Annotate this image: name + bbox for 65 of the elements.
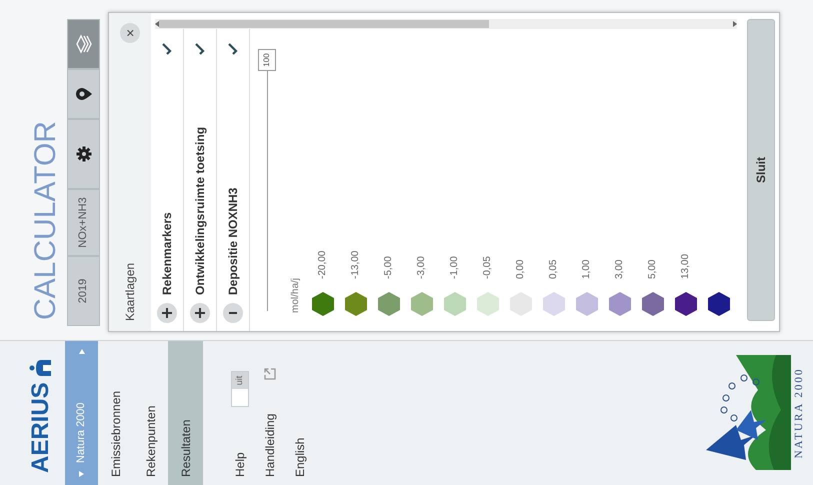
scrollbar[interactable]: [155, 19, 737, 29]
expand-button[interactable]: [157, 303, 177, 323]
legend-hexagon: [674, 291, 698, 317]
legend-value: 5,00: [646, 260, 659, 279]
legend-hexagon: [542, 291, 566, 317]
help-label: Help: [232, 452, 248, 477]
toolbar-tab[interactable]: 2019: [67, 256, 100, 326]
layers-icon: [74, 34, 92, 54]
plus-icon: [195, 308, 205, 318]
logo-icon: [29, 358, 53, 378]
map-pin-icon: [74, 87, 92, 101]
legend-hexagon: [706, 291, 730, 317]
legend-value: -13,00: [349, 250, 362, 279]
caret-icon: [78, 349, 84, 354]
layer-name: Rekenmarkers: [159, 212, 175, 295]
check-icon[interactable]: [162, 43, 172, 55]
menu-link[interactable]: English: [291, 438, 309, 477]
logo-text: AERIUS: [29, 382, 53, 473]
marker-tab[interactable]: [67, 69, 100, 119]
layer-name: Depositie NOXNH3: [225, 188, 241, 295]
legend-value: 0,05: [547, 260, 560, 279]
logo-caption: NATURA 2000: [792, 368, 806, 458]
legend-hexagon: [376, 291, 400, 317]
legend-value: 0,00: [514, 260, 527, 279]
caret-icon: [78, 471, 84, 477]
legend-value: 1,00: [580, 260, 593, 279]
nav-item[interactable]: Resultaten: [168, 341, 203, 485]
unit-label: mol/ha/j: [288, 278, 302, 313]
check-icon[interactable]: [228, 43, 238, 55]
check-icon[interactable]: [195, 43, 205, 55]
legend-value: 13,00: [679, 254, 692, 279]
dropdown-label: Natura 2000: [74, 402, 88, 463]
menu-link[interactable]: Handleiding: [261, 414, 279, 477]
legend-hexagon: [344, 291, 368, 317]
legend-value: -20,00: [316, 250, 329, 279]
nav-item[interactable]: Rekenpunten: [133, 341, 168, 485]
layer-name: Ontwikkelingsruimte toetsing: [192, 126, 208, 295]
expand-button[interactable]: [190, 303, 210, 323]
scroll-arrow-icon[interactable]: [733, 21, 737, 27]
legend-value: -1,00: [448, 256, 461, 279]
settings-tab[interactable]: [67, 119, 100, 189]
legend-hexagon: [410, 291, 434, 317]
toolbar-tab[interactable]: NOx+NH3: [67, 189, 100, 256]
settings-icon: [76, 146, 92, 162]
legend-hexagon: [310, 291, 334, 317]
legend-value: 3,00: [613, 260, 626, 279]
legend-hexagon: [476, 291, 500, 317]
nav-item[interactable]: Emissiebronnen: [98, 341, 133, 485]
legend-hexagon: [640, 291, 664, 317]
opacity-slider[interactable]: 100: [257, 49, 277, 311]
scroll-arrow-icon[interactable]: [155, 21, 159, 27]
legend-hexagon: [442, 291, 466, 317]
legend-hexagon: [574, 291, 598, 317]
close-button[interactable]: ×: [120, 23, 140, 43]
panel-title: Kaartlagen: [122, 262, 138, 321]
slider-thumb[interactable]: 100: [258, 49, 276, 71]
legend-hexagon: [608, 291, 632, 317]
legend-value: -3,00: [415, 256, 428, 279]
legend-value: -0,05: [481, 256, 494, 279]
help-toggle[interactable]: uit: [231, 371, 249, 407]
expand-button[interactable]: [223, 303, 243, 323]
app-title: CALCULATOR: [31, 121, 61, 320]
plus-icon: [162, 308, 172, 318]
close-panel-button[interactable]: Sluit: [747, 19, 775, 321]
legend-value: -5,00: [382, 256, 395, 279]
